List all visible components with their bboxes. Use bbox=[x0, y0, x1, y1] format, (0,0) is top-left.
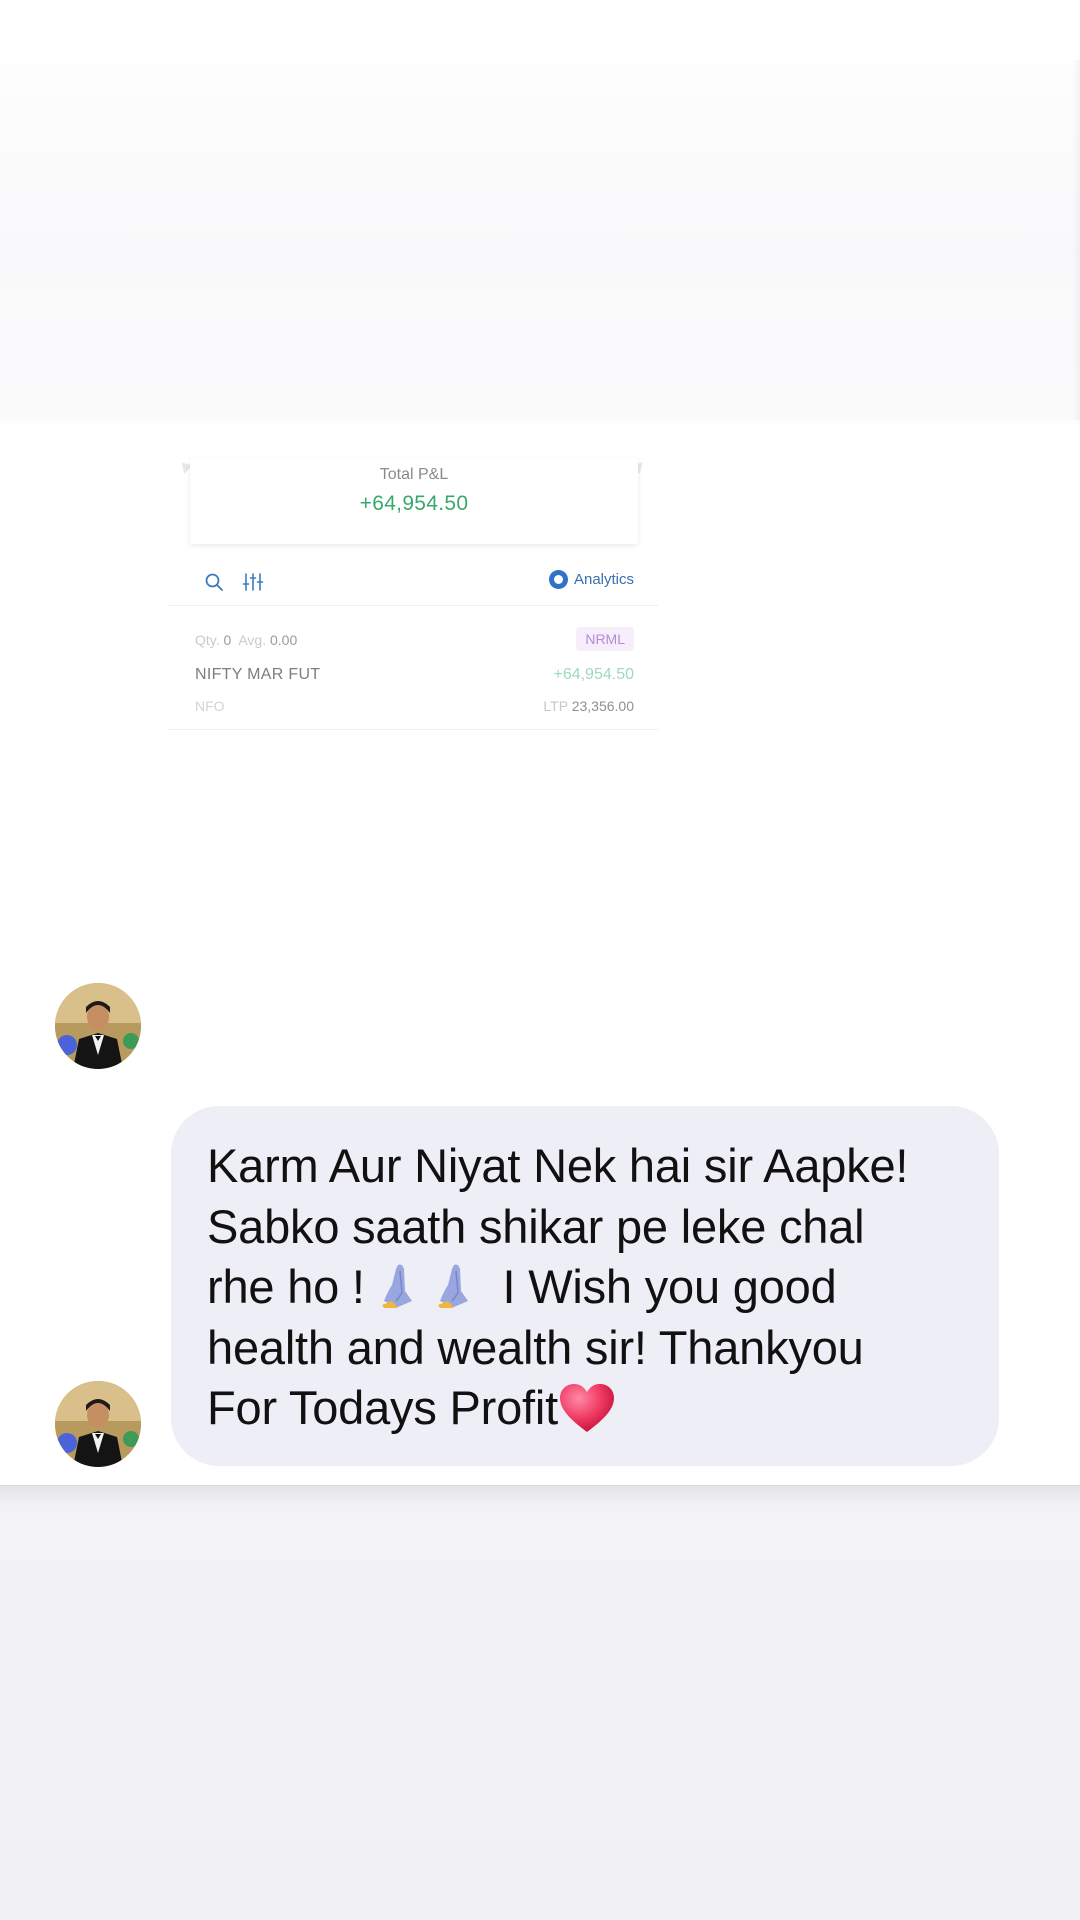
analytics-button[interactable]: Analytics bbox=[548, 570, 634, 589]
analytics-label: Analytics bbox=[573, 571, 634, 588]
avg-value: 0.00 bbox=[270, 632, 298, 648]
search-icon[interactable] bbox=[204, 572, 224, 592]
product-tag: NRML bbox=[576, 627, 634, 651]
heart-icon bbox=[559, 1384, 614, 1432]
message-fragment: I Wish you good bbox=[502, 1260, 837, 1313]
avg-label: Avg. bbox=[238, 632, 267, 648]
position-ltp: LTP 23,356.00 bbox=[543, 698, 634, 714]
message-fragment: rhe ho ! bbox=[207, 1260, 365, 1313]
message-line: Karm Aur Niyat Nek hai sir Aapke! bbox=[207, 1139, 909, 1192]
message-line: rhe ho ! I Wish you good bbox=[207, 1257, 963, 1318]
position-pnl: +64,954.50 bbox=[553, 666, 634, 683]
position-meta: Qty. 0 Avg. 0.00 bbox=[195, 632, 297, 648]
folded-hands-icon bbox=[381, 1264, 412, 1308]
message-line: Sabko saath shikar pe leke chal bbox=[207, 1199, 865, 1253]
ltp-value: 23,356.00 bbox=[571, 698, 634, 714]
pnl-screenshot: Total P&L +64,954.50 Analytics Qty. 0 Av… bbox=[168, 440, 658, 740]
message-fragment: For Todays Profit bbox=[207, 1381, 558, 1434]
positions-toolbar: Analytics bbox=[168, 558, 658, 606]
message-text: Karm Aur Niyat Nek hai sir Aapke! Sabko … bbox=[207, 1136, 963, 1439]
qty-label: Qty. bbox=[195, 632, 220, 648]
total-pnl-card: Total P&L +64,954.50 bbox=[190, 458, 638, 544]
message-line: health and wealth sir! Thankyou bbox=[207, 1320, 864, 1374]
avatar[interactable] bbox=[55, 983, 141, 1069]
analytics-icon bbox=[548, 570, 568, 589]
filter-sliders-icon[interactable] bbox=[242, 571, 264, 593]
qty-value: 0 bbox=[223, 632, 232, 648]
total-pnl-label: Total P&L bbox=[379, 466, 449, 483]
divider bbox=[0, 1485, 1080, 1486]
position-exchange: NFO bbox=[195, 698, 225, 714]
message-bubble[interactable]: Karm Aur Niyat Nek hai sir Aapke! Sabko … bbox=[171, 1106, 999, 1466]
position-symbol: NIFTY MAR FUT bbox=[195, 666, 321, 683]
avatar[interactable] bbox=[55, 1381, 141, 1467]
folded-hands-icon bbox=[437, 1264, 468, 1308]
background-top bbox=[0, 0, 1080, 420]
ltp-label: LTP bbox=[543, 698, 568, 714]
message-line: For Todays Profit bbox=[207, 1378, 963, 1439]
position-row[interactable]: Qty. 0 Avg. 0.00 NRML NIFTY MAR FUT +64,… bbox=[168, 610, 658, 730]
total-pnl-value: +64,954.50 bbox=[359, 492, 469, 515]
